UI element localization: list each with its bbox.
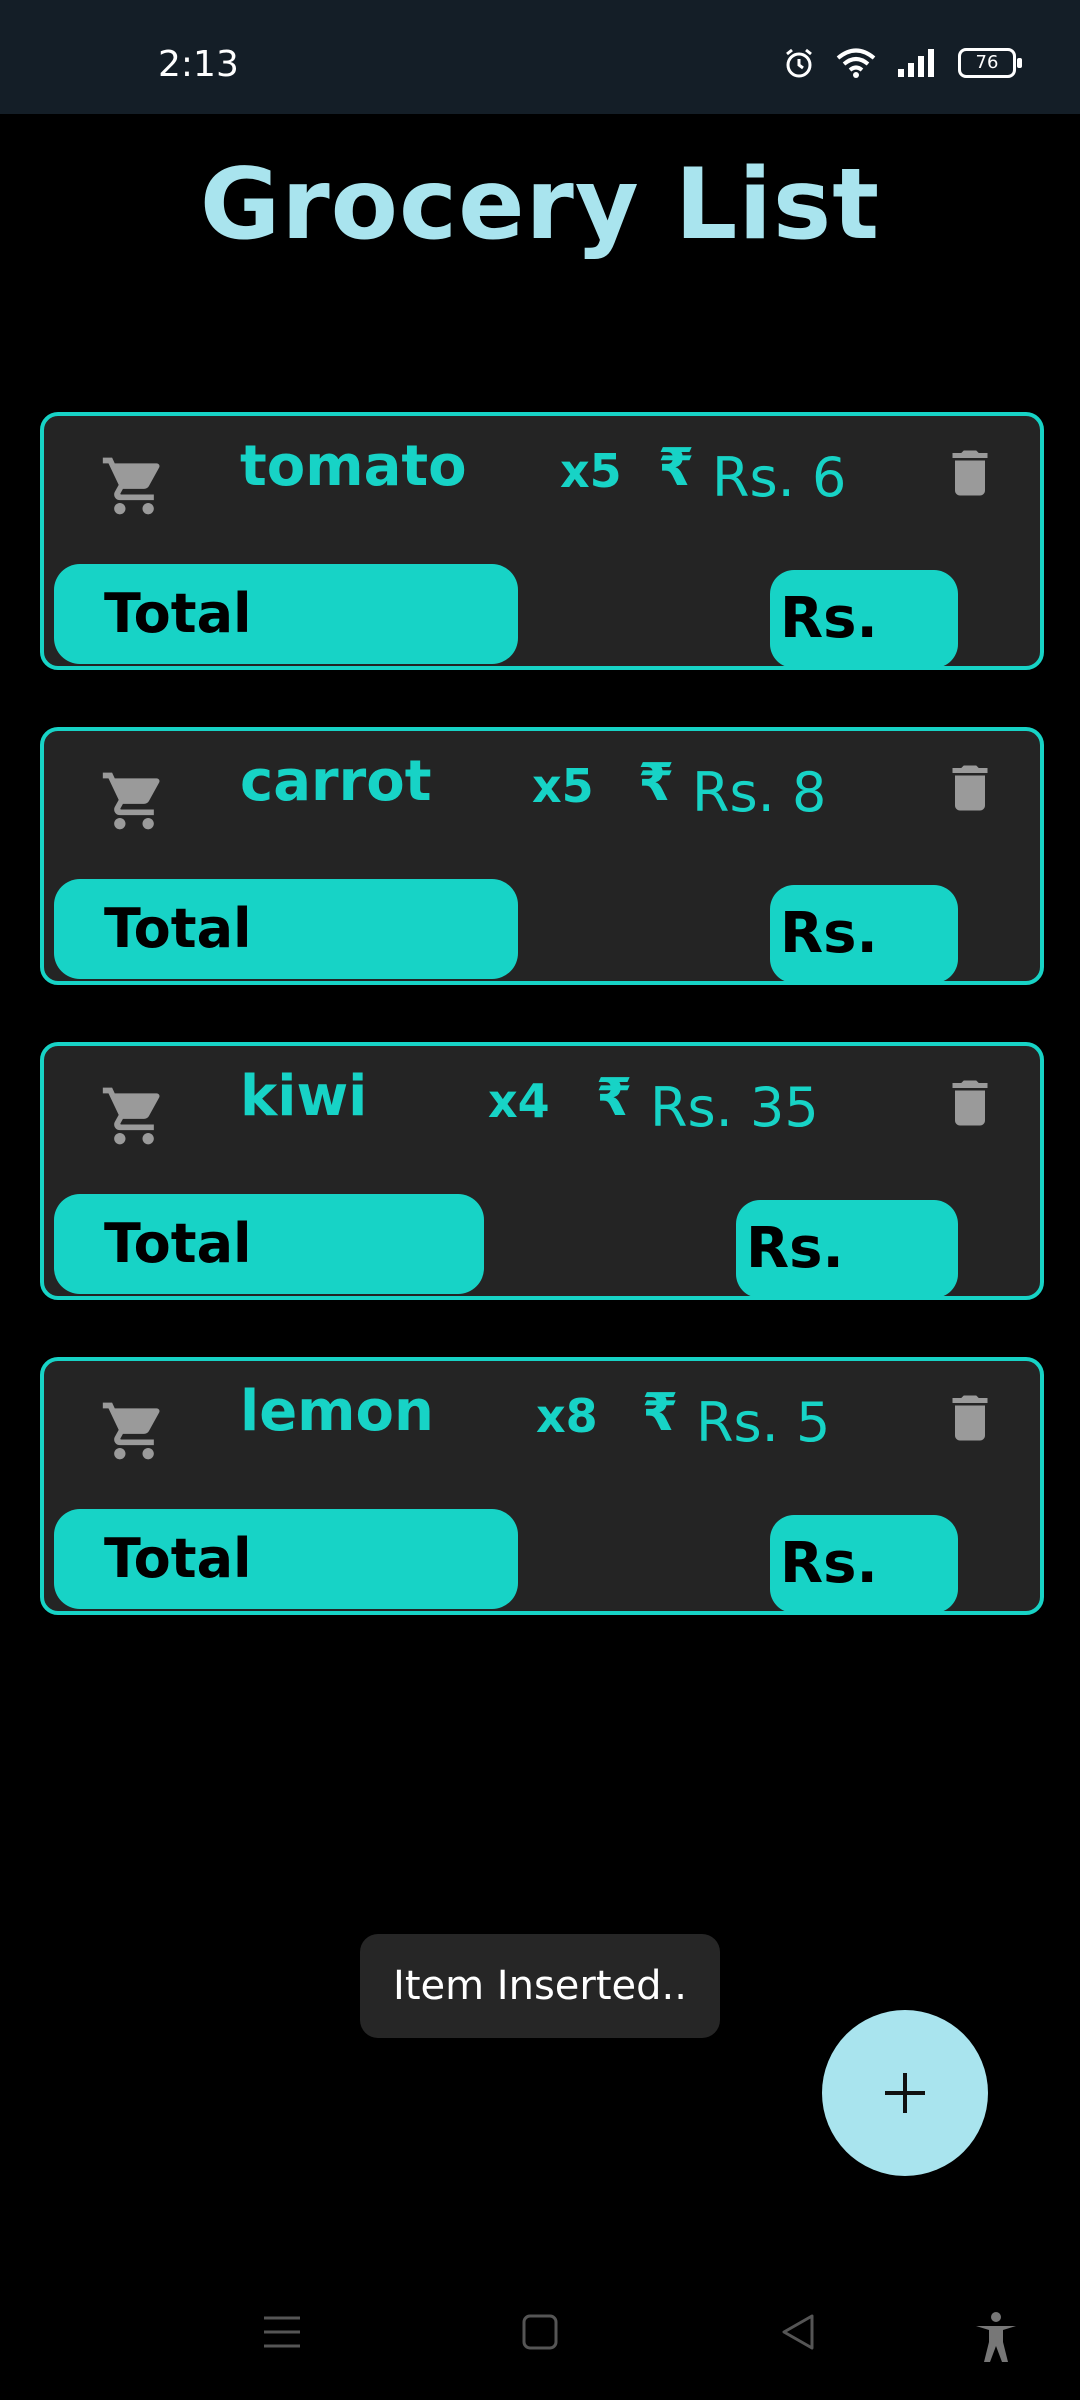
item-quantity: x8 bbox=[536, 1389, 598, 1443]
total-amount-label: Total Amount bbox=[54, 879, 518, 1060]
total-amount-label: Total Amount bbox=[54, 1509, 518, 1690]
system-nav-bar bbox=[0, 2290, 1080, 2400]
signal-icon bbox=[898, 49, 934, 77]
total-amount-value: Rs. 40 bbox=[770, 1515, 958, 1694]
item-quantity: x5 bbox=[532, 759, 594, 813]
plus-icon bbox=[885, 2073, 925, 2113]
rupee-icon: ₹ bbox=[596, 1068, 633, 1128]
wifi-icon bbox=[836, 48, 876, 78]
grocery-item-card[interactable]: kiwi x4 ₹ Rs. 35 Total Amount Rs. 140 bbox=[40, 1042, 1044, 1379]
status-time: 2:13 bbox=[158, 44, 239, 85]
rupee-icon: ₹ bbox=[658, 438, 695, 498]
battery-indicator: 76 bbox=[958, 48, 1022, 78]
rupee-icon: ₹ bbox=[642, 1383, 679, 1443]
item-quantity: x4 bbox=[488, 1074, 550, 1128]
trash-icon[interactable] bbox=[940, 757, 1000, 819]
item-name: lemon bbox=[240, 1379, 434, 1444]
accessibility-icon[interactable] bbox=[972, 2310, 1020, 2364]
trash-icon[interactable] bbox=[940, 442, 1000, 504]
item-name: kiwi bbox=[240, 1064, 368, 1129]
back-triangle-icon[interactable] bbox=[776, 2310, 820, 2354]
item-name: carrot bbox=[240, 749, 432, 814]
grocery-item-card[interactable]: carrot x5 ₹ Rs. 8 Total Amount Rs. 40 bbox=[40, 727, 1044, 1064]
grocery-item-card[interactable]: tomato x5 ₹ Rs. 6 Total Amount Rs. 30 bbox=[40, 412, 1044, 749]
page-title: Grocery List bbox=[199, 148, 881, 262]
grocery-item-card[interactable]: lemon x8 ₹ Rs. 5 Total Amount Rs. 40 bbox=[40, 1357, 1044, 1694]
trash-icon[interactable] bbox=[940, 1072, 1000, 1134]
status-bar: 2:13 76 bbox=[0, 0, 1080, 114]
total-amount-value: Rs. 40 bbox=[770, 885, 958, 1064]
status-icons: 76 bbox=[782, 46, 1022, 80]
item-name: tomato bbox=[240, 434, 467, 499]
toast-message: Item Inserted.. bbox=[360, 1934, 720, 2038]
total-amount-value: Rs. 140 bbox=[736, 1200, 958, 1379]
item-price: Rs. 5 bbox=[696, 1391, 831, 1454]
shopping-cart-icon bbox=[102, 1087, 160, 1145]
shopping-cart-icon bbox=[102, 457, 160, 515]
shopping-cart-icon bbox=[102, 772, 160, 830]
trash-icon[interactable] bbox=[940, 1387, 1000, 1449]
total-amount-value: Rs. 30 bbox=[770, 570, 958, 749]
item-quantity: x5 bbox=[560, 444, 622, 498]
total-amount-label: Total Amount bbox=[54, 1194, 484, 1375]
item-price: Rs. 8 bbox=[692, 761, 827, 824]
home-square-icon[interactable] bbox=[518, 2310, 562, 2354]
rupee-icon: ₹ bbox=[638, 753, 675, 813]
total-amount-label: Total Amount bbox=[54, 564, 518, 745]
item-price: Rs. 35 bbox=[650, 1076, 819, 1139]
menu-icon[interactable] bbox=[260, 2310, 304, 2354]
add-item-button[interactable] bbox=[822, 2010, 988, 2176]
alarm-icon bbox=[786, 48, 812, 78]
shopping-cart-icon bbox=[102, 1402, 160, 1460]
item-price: Rs. 6 bbox=[712, 446, 847, 509]
